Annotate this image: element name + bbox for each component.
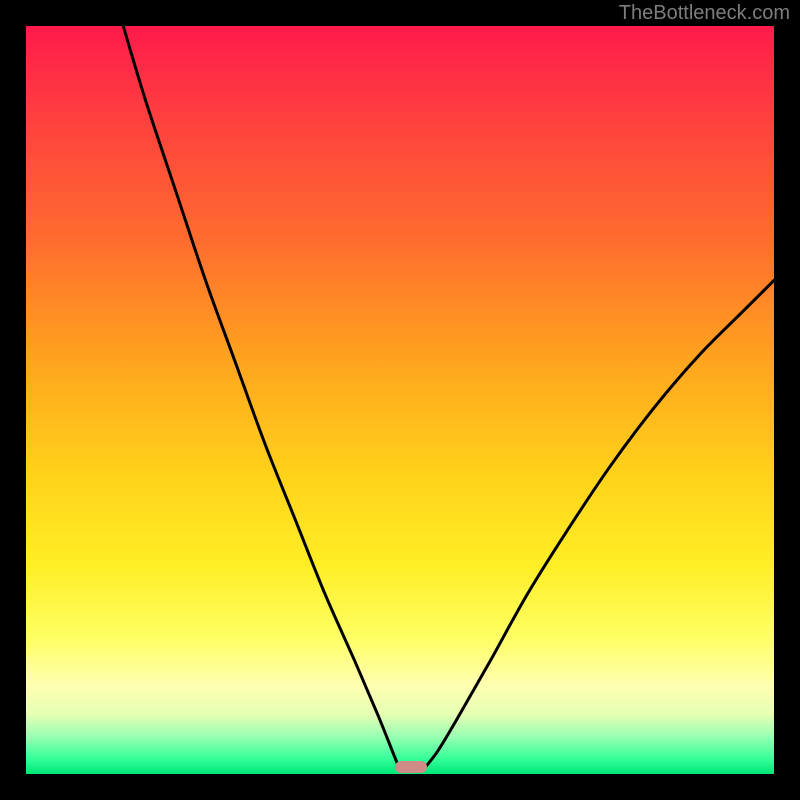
chart-frame: TheBottleneck.com bbox=[0, 0, 800, 800]
attribution-text: TheBottleneck.com bbox=[619, 2, 790, 25]
curve-left-branch bbox=[123, 26, 400, 770]
curve-right-branch bbox=[422, 280, 774, 770]
bottleneck-curve bbox=[26, 26, 774, 774]
plot-area bbox=[26, 26, 774, 774]
minimum-marker bbox=[395, 761, 427, 773]
